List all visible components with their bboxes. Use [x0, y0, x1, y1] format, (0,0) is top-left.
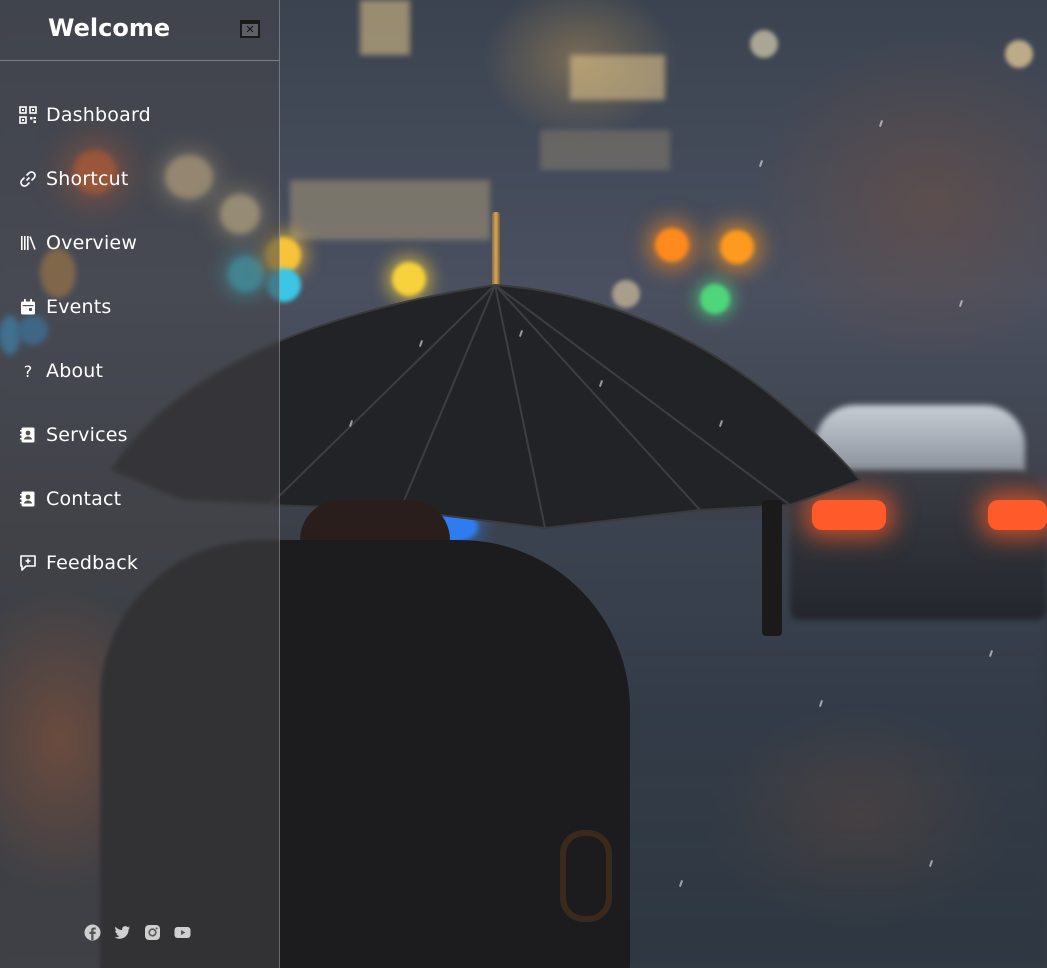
qr-code-icon: [18, 105, 38, 125]
calendar-icon: [18, 297, 38, 317]
sidebar-item-shortcut[interactable]: Shortcut: [18, 159, 258, 199]
sidebar-item-events[interactable]: Events: [18, 287, 258, 327]
sidebar-item-label: Dashboard: [46, 104, 151, 126]
sidebar-item-label: Events: [46, 296, 112, 318]
link-icon: [18, 169, 38, 189]
sidebar-title: Welcome: [48, 14, 171, 42]
sidebar-item-about[interactable]: ? About: [18, 351, 258, 391]
sidebar-item-label: About: [46, 360, 104, 382]
close-button[interactable]: ✕: [240, 20, 260, 38]
sidebar: Welcome ✕ Dashboard Shortcut Overview Ev…: [0, 0, 280, 968]
sidebar-item-label: Contact: [46, 488, 122, 510]
sidebar-header: Welcome ✕: [0, 0, 279, 61]
contact-book-icon: [18, 425, 38, 445]
twitter-icon[interactable]: [114, 924, 131, 941]
sidebar-item-contact[interactable]: Contact: [18, 479, 258, 519]
instagram-icon[interactable]: [144, 924, 161, 941]
sidebar-item-label: Feedback: [46, 552, 139, 574]
comment-plus-icon: [18, 553, 38, 573]
sidebar-item-label: Overview: [46, 232, 138, 254]
contact-book-icon: [18, 489, 38, 509]
youtube-icon[interactable]: [174, 924, 191, 941]
sidebar-item-overview[interactable]: Overview: [18, 223, 258, 263]
sidebar-item-label: Shortcut: [46, 168, 129, 190]
umbrella-handle: [762, 500, 782, 636]
facebook-icon[interactable]: [84, 924, 101, 941]
close-icon: ✕: [245, 23, 255, 36]
sidebar-item-feedback[interactable]: Feedback: [18, 543, 258, 583]
sidebar-item-label: Services: [46, 424, 128, 446]
sidebar-item-services[interactable]: Services: [18, 415, 258, 455]
sidebar-item-dashboard[interactable]: Dashboard: [18, 95, 258, 135]
question-icon: ?: [23, 361, 33, 381]
bag-strap: [560, 830, 612, 922]
social-links: [84, 924, 191, 941]
books-icon: [18, 233, 38, 253]
